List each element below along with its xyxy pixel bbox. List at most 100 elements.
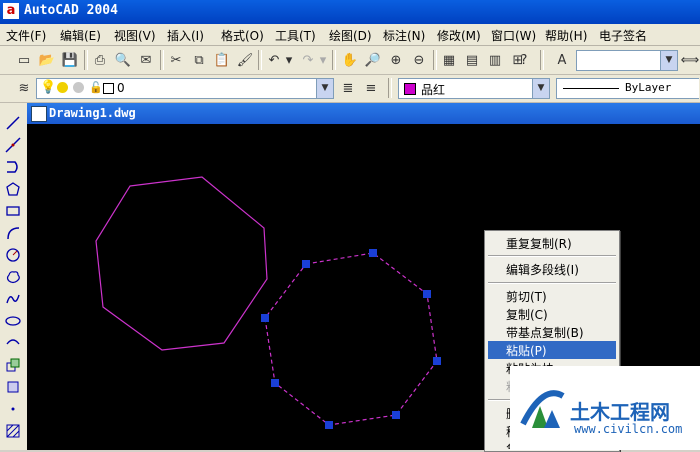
layer-color-swatch	[103, 83, 114, 94]
insert-block-icon[interactable]	[3, 355, 23, 375]
design-center-icon[interactable]: ▤	[462, 50, 482, 70]
watermark-url: www.civilcn.com	[574, 422, 683, 436]
hatch-icon[interactable]	[3, 421, 23, 441]
ctx-separator	[488, 282, 616, 284]
redo-icon[interactable]: ↷	[298, 50, 318, 70]
save-icon[interactable]: 💾	[60, 50, 80, 70]
rectangle-icon[interactable]	[3, 201, 23, 221]
ctx-separator	[488, 255, 616, 257]
drawing-title: Drawing1.dwg	[49, 106, 136, 120]
toolbar-separator	[433, 50, 437, 70]
revision-cloud-icon[interactable]	[3, 267, 23, 287]
grip-point[interactable]	[369, 249, 377, 257]
menu-tools[interactable]: 工具(T)	[275, 27, 316, 44]
zoom-realtime-icon[interactable]: 🔎	[363, 50, 383, 70]
grip-point[interactable]	[261, 314, 269, 322]
grip-point[interactable]	[392, 411, 400, 419]
color-control-dropdown[interactable]: 品红 ▼	[398, 78, 550, 99]
watermark-name: 土木工程网	[570, 400, 670, 424]
circle-icon[interactable]	[3, 245, 23, 265]
ctx-paste[interactable]: 粘贴(P)	[488, 341, 616, 359]
make-block-icon[interactable]	[3, 377, 23, 397]
drawing-title-bar[interactable]: Drawing1.dwg	[27, 103, 700, 124]
cut-icon[interactable]: ✂	[166, 50, 186, 70]
print-icon[interactable]: ⎙	[90, 50, 110, 70]
zoom-previous-icon[interactable]: ⊖	[409, 50, 429, 70]
layer-dropdown[interactable]: 💡 🔓 0 ▼	[36, 78, 334, 99]
redo-dropdown-icon[interactable]: ▾	[318, 50, 328, 70]
linetype-control-value: ByLayer	[625, 81, 672, 94]
publish-icon[interactable]: ✉	[136, 50, 156, 70]
menu-e-signature[interactable]: 电子签名	[599, 27, 647, 44]
ctx-cut[interactable]: 剪切(T)	[488, 287, 616, 305]
drawing-document-icon[interactable]	[31, 106, 47, 122]
ctx-edit-polyline[interactable]: 编辑多段线(I)	[488, 260, 616, 278]
chevron-down-icon[interactable]: ▼	[660, 51, 677, 70]
grip-point[interactable]	[423, 290, 431, 298]
ellipse-icon[interactable]	[3, 311, 23, 331]
grip-point[interactable]	[302, 260, 310, 268]
menu-view[interactable]: 视图(V)	[114, 27, 156, 44]
menu-help[interactable]: 帮助(H)	[545, 27, 587, 44]
properties-icon[interactable]: ▦	[439, 50, 459, 70]
grip-point[interactable]	[325, 421, 333, 429]
menu-edit[interactable]: 编辑(E)	[60, 27, 101, 44]
toolbar-separator	[540, 50, 544, 70]
autocad-app-icon[interactable]: a	[3, 3, 19, 19]
help-icon[interactable]: ?	[514, 50, 534, 70]
layer-thaw-sun-icon	[57, 82, 68, 93]
menu-format[interactable]: 格式(O)	[221, 27, 264, 44]
copy-icon[interactable]: ⧉	[189, 50, 209, 70]
make-current-layer-icon[interactable]: ≣	[338, 78, 358, 98]
ctx-copy-with-basepoint[interactable]: 带基点复制(B)	[488, 323, 616, 341]
toolbar-separator	[84, 50, 88, 70]
pan-icon[interactable]: ✋	[340, 50, 360, 70]
menu-draw[interactable]: 绘图(D)	[329, 27, 372, 44]
chevron-down-icon[interactable]: ▼	[316, 79, 333, 98]
ellipse-arc-icon[interactable]	[3, 333, 23, 353]
layer-unlock-icon: 🔓	[89, 81, 103, 94]
octagon-selected[interactable]	[264, 252, 438, 426]
undo-icon[interactable]: ↶	[264, 50, 284, 70]
spline-icon[interactable]	[3, 289, 23, 309]
chevron-down-icon[interactable]: ▼	[532, 79, 549, 98]
title-bar[interactable]: a AutoCAD 2004	[0, 0, 700, 24]
dimension-style-icon[interactable]: ⟺	[680, 50, 700, 70]
open-folder-icon[interactable]: 📂	[37, 50, 57, 70]
arc-icon[interactable]	[3, 223, 23, 243]
point-icon[interactable]	[3, 399, 23, 419]
menu-insert[interactable]: 插入(I)	[167, 27, 204, 44]
layer-previous-icon[interactable]: ≡	[361, 78, 381, 98]
layer-viewport-icon	[73, 82, 84, 93]
polyline-icon[interactable]	[3, 157, 23, 177]
polygon-icon[interactable]	[3, 179, 23, 199]
grip-point[interactable]	[433, 357, 441, 365]
octagon-original[interactable]	[95, 176, 268, 351]
match-properties-icon[interactable]: 🖌	[235, 50, 255, 70]
text-style-icon[interactable]: A	[552, 50, 572, 70]
construction-line-icon[interactable]	[3, 135, 23, 155]
layer-manager-icon[interactable]: ≋	[14, 78, 34, 98]
menu-modify[interactable]: 修改(M)	[437, 27, 481, 44]
line-tool-icon[interactable]	[3, 113, 23, 133]
ctx-repeat-copy[interactable]: 重复复制(R)	[488, 234, 616, 252]
text-style-dropdown[interactable]: ▼	[576, 50, 678, 71]
tool-palettes-icon[interactable]: ▥	[485, 50, 505, 70]
linetype-control-dropdown[interactable]: ByLayer	[556, 78, 699, 99]
menu-window[interactable]: 窗口(W)	[491, 27, 536, 44]
new-file-icon[interactable]: ▭	[14, 50, 34, 70]
print-preview-icon[interactable]: 🔍	[113, 50, 133, 70]
menu-dimension[interactable]: 标注(N)	[383, 27, 425, 44]
toolbar-separator	[388, 78, 392, 98]
grip-point[interactable]	[271, 379, 279, 387]
grip-points	[261, 249, 441, 429]
toolbar-separator	[160, 50, 164, 70]
draw-toolbar	[0, 103, 28, 450]
menu-file[interactable]: 文件(F)	[6, 27, 46, 44]
zoom-window-icon[interactable]: ⊕	[386, 50, 406, 70]
layers-toolbar: ≋ 💡 🔓 0 ▼ ≣ ≡ 品红 ▼ ByLayer	[0, 75, 700, 103]
undo-dropdown-icon[interactable]: ▾	[284, 50, 294, 70]
paste-icon[interactable]: 📋	[212, 50, 232, 70]
linetype-sample	[563, 88, 619, 89]
ctx-copy[interactable]: 复制(C)	[488, 305, 616, 323]
